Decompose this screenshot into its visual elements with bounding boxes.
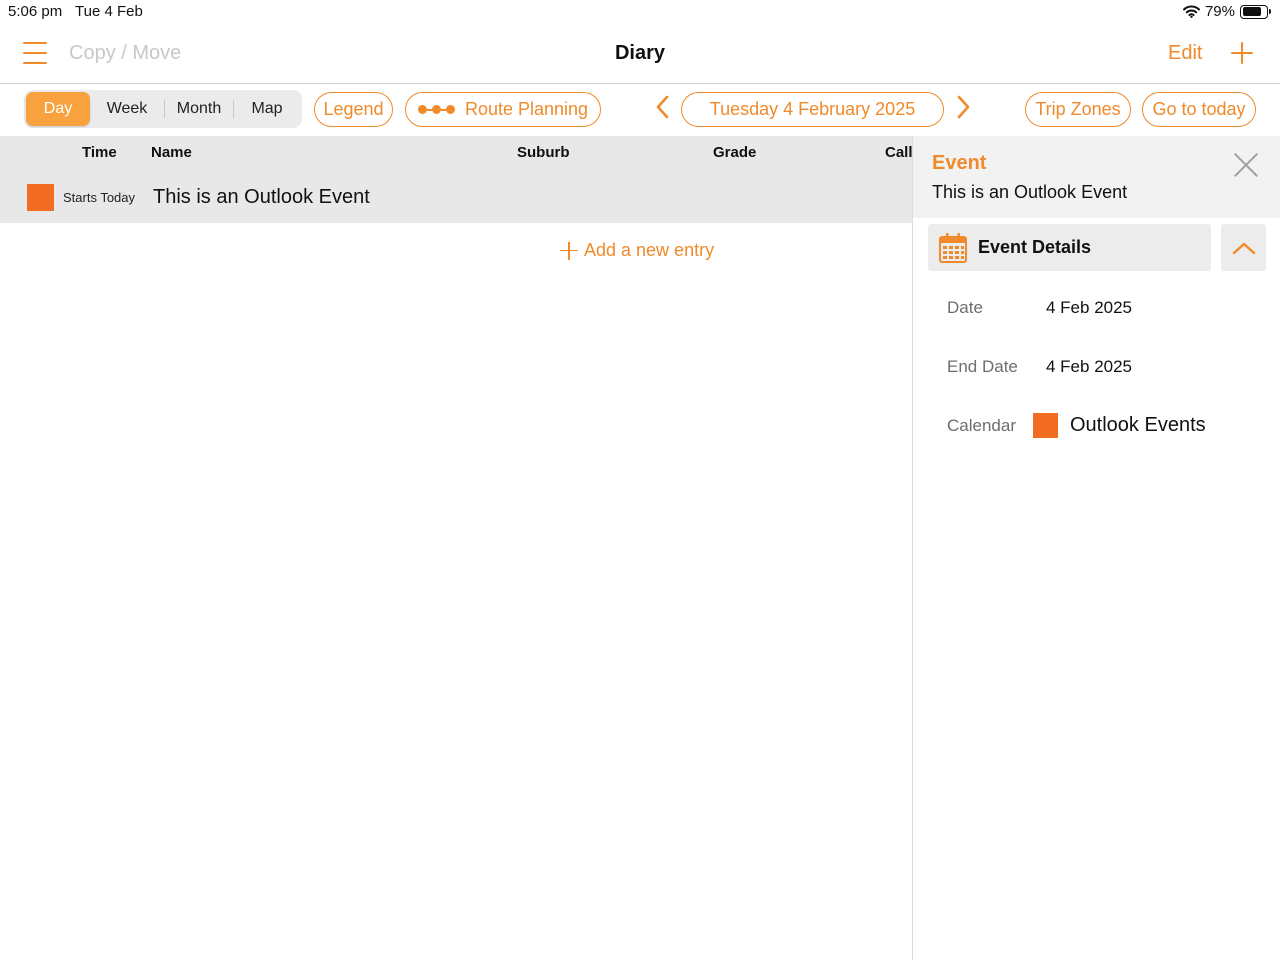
page-title: Diary: [614, 42, 666, 64]
tab-day[interactable]: Day: [26, 92, 90, 126]
battery-percent: 79%: [1204, 3, 1235, 20]
status-date: Tue 4 Feb: [75, 3, 143, 20]
calendar-name: Outlook Events: [1070, 414, 1206, 436]
date-label: Date: [947, 298, 983, 317]
table-row[interactable]: [0, 172, 913, 223]
date-value: 4 Feb 2025: [1046, 298, 1133, 317]
event-details-section[interactable]: Event Details: [928, 224, 1211, 271]
status-indicators: 79%: [1182, 3, 1271, 20]
collapse-button[interactable]: [1221, 224, 1266, 271]
column-header-call[interactable]: Call: [885, 144, 913, 161]
column-header-grade[interactable]: Grade: [713, 144, 756, 161]
battery-icon: [1240, 4, 1271, 19]
chevron-left-icon[interactable]: [655, 94, 671, 124]
edit-button[interactable]: Edit: [1168, 42, 1202, 65]
column-header-time[interactable]: Time: [82, 144, 117, 161]
tab-map[interactable]: Map: [234, 92, 300, 126]
calendar-icon: [939, 232, 967, 263]
route-planning-label: Route Planning: [464, 99, 589, 119]
row-time: Starts Today: [63, 190, 136, 205]
legend-label: Legend: [323, 99, 384, 119]
detail-title: This is an Outlook Event: [932, 182, 1128, 202]
end-date-value: 4 Feb 2025: [1046, 357, 1133, 376]
wifi-icon: [1182, 5, 1200, 18]
current-date-button[interactable]: Tuesday 4 February 2025: [681, 92, 944, 127]
add-entry-label: Add a new entry: [584, 240, 715, 260]
chevron-up-icon: [1232, 242, 1255, 254]
close-icon[interactable]: [1232, 151, 1260, 179]
panel-divider: [912, 136, 913, 960]
table-header: [0, 136, 913, 172]
hamburger-menu-icon[interactable]: [23, 42, 47, 64]
section-title: Event Details: [978, 237, 1092, 257]
detail-type: Event: [932, 152, 987, 174]
detail-panel-header: [913, 136, 1280, 218]
add-icon[interactable]: [1229, 40, 1255, 66]
go-to-today-label: Go to today: [1152, 99, 1246, 119]
legend-button[interactable]: Legend: [314, 92, 393, 127]
trip-zones-label: Trip Zones: [1035, 99, 1121, 119]
column-header-suburb[interactable]: Suburb: [517, 144, 570, 161]
calendar-label: Calendar: [947, 416, 1016, 435]
column-header-name[interactable]: Name: [151, 144, 192, 161]
copy-move-button[interactable]: Copy / Move: [69, 42, 181, 65]
nav-divider: [0, 83, 1280, 84]
end-date-label: End Date: [947, 357, 1018, 376]
tab-week[interactable]: Week: [90, 92, 164, 126]
plus-icon: [560, 241, 578, 260]
view-switcher: Day Week Month Map: [24, 90, 302, 128]
trip-zones-button[interactable]: Trip Zones: [1025, 92, 1131, 127]
event-color-swatch: [27, 184, 54, 211]
tab-month[interactable]: Month: [165, 92, 233, 126]
chevron-right-icon[interactable]: [955, 94, 971, 124]
route-planning-button[interactable]: Route Planning: [405, 92, 601, 127]
status-time: 5:06 pm: [8, 3, 63, 20]
go-to-today-button[interactable]: Go to today: [1142, 92, 1256, 127]
route-dots-icon: [417, 105, 455, 114]
current-date-label: Tuesday 4 February 2025: [709, 99, 916, 119]
add-entry-button[interactable]: Add a new entry: [560, 240, 714, 261]
calendar-color-swatch: [1033, 413, 1058, 438]
row-name: This is an Outlook Event: [153, 186, 370, 208]
